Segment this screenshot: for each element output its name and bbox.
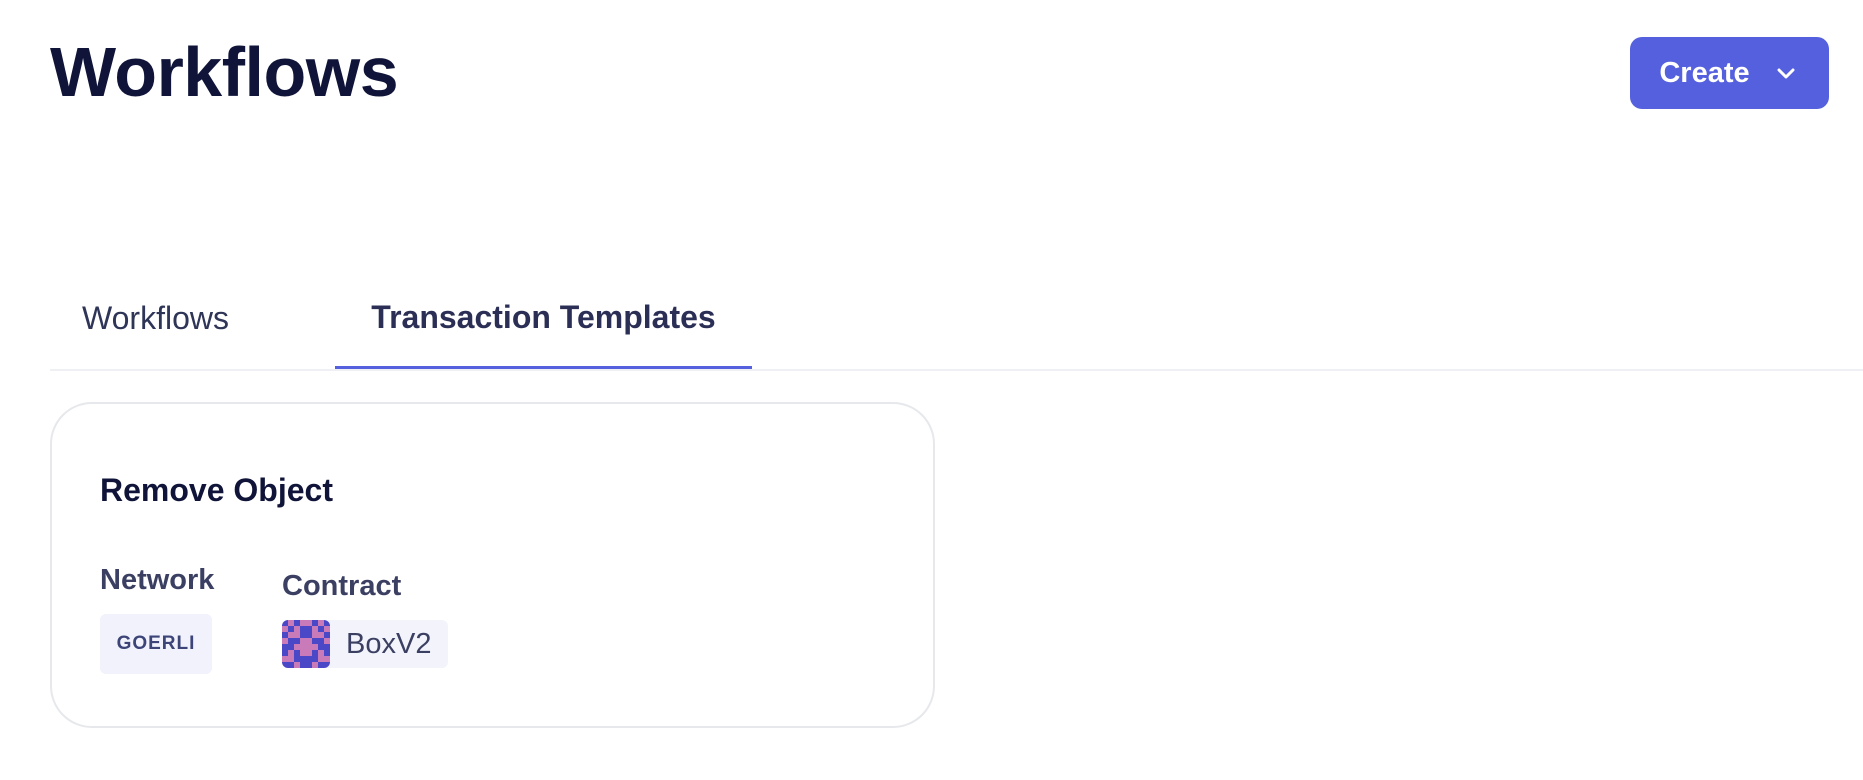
tab-workflows[interactable]: Workflows xyxy=(82,280,262,369)
contract-identicon-icon xyxy=(282,620,330,668)
contract-chip[interactable]: BoxV2 xyxy=(282,620,448,668)
tab-bar: Workflows Transaction Templates xyxy=(50,280,1863,371)
create-button-label: Create xyxy=(1659,56,1750,89)
page: Workflows Create Workflows Transaction T… xyxy=(0,0,1863,780)
tab-workflows-label: Workflows xyxy=(82,300,229,336)
tab-transaction-templates-label: Transaction Templates xyxy=(371,298,716,335)
create-button[interactable]: Create xyxy=(1630,37,1829,109)
network-label: Network xyxy=(100,564,215,596)
template-title: Remove Object xyxy=(100,472,333,508)
contract-name: BoxV2 xyxy=(346,627,432,660)
network-badge: GOERLI xyxy=(100,614,212,674)
contract-label: Contract xyxy=(282,570,402,602)
tab-transaction-templates[interactable]: Transaction Templates xyxy=(335,280,752,369)
chevron-down-icon xyxy=(1772,59,1800,87)
template-card[interactable]: Remove Object Network GOERLI Contract Bo… xyxy=(50,402,935,728)
page-title: Workflows xyxy=(50,33,399,111)
